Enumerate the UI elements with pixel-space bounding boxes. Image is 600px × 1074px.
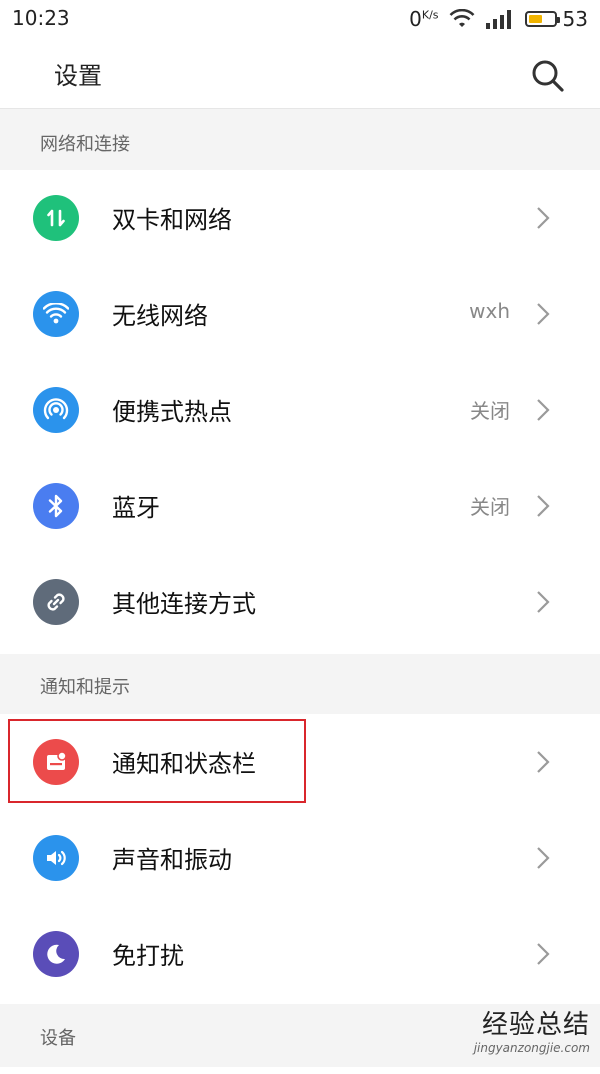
highlight-annotation — [8, 719, 306, 803]
settings-item-value: 关闭 — [470, 495, 510, 519]
search-button[interactable] — [530, 58, 566, 94]
chevron-right-icon — [537, 751, 550, 773]
settings-item-label: 蓝牙 — [112, 494, 160, 522]
chevron-right-icon — [537, 591, 550, 613]
wifi-icon — [33, 291, 79, 337]
page-title: 设置 — [54, 62, 102, 90]
settings-item-other-connections[interactable]: 其他连接方式 — [0, 554, 600, 650]
status-time: 10:23 — [12, 6, 70, 30]
watermark-url: jingyanzongjie.com — [473, 1041, 590, 1055]
settings-item-do-not-disturb[interactable]: 免打扰 — [0, 906, 600, 1002]
link-icon — [33, 579, 79, 625]
settings-header: 设置 — [0, 40, 600, 109]
battery-icon — [524, 11, 560, 27]
moon-icon — [33, 931, 79, 977]
settings-item-wifi[interactable]: 无线网络 wxh — [0, 266, 600, 362]
bluetooth-icon — [33, 483, 79, 529]
wifi-status-icon — [449, 9, 474, 27]
chevron-right-icon — [537, 847, 550, 869]
settings-item-dual-sim[interactable]: 双卡和网络 — [0, 170, 600, 266]
settings-item-label: 双卡和网络 — [112, 206, 232, 234]
network-speed-unit: K/s — [421, 8, 439, 22]
chevron-right-icon — [537, 495, 550, 517]
settings-item-label: 声音和振动 — [112, 846, 232, 874]
sound-icon — [33, 835, 79, 881]
settings-item-value: wxh — [469, 299, 510, 323]
search-icon — [532, 60, 564, 92]
settings-item-sound-vibration[interactable]: 声音和振动 — [0, 810, 600, 906]
status-bar: 10:23 0K/s 53 — [0, 0, 600, 40]
dual-sim-icon — [33, 195, 79, 241]
settings-item-label: 无线网络 — [112, 302, 208, 330]
hotspot-icon — [33, 387, 79, 433]
status-indicators: 0K/s 53 — [409, 6, 588, 32]
settings-item-label: 免打扰 — [112, 942, 184, 970]
settings-item-label: 便携式热点 — [112, 398, 232, 426]
settings-item-label: 其他连接方式 — [112, 590, 256, 618]
battery: 53 — [524, 7, 588, 31]
section-header-notifications: 通知和提示 — [0, 654, 600, 714]
battery-fill — [528, 15, 542, 23]
section-header-network: 网络和连接 — [0, 109, 600, 170]
chevron-right-icon — [537, 303, 550, 325]
chevron-right-icon — [537, 943, 550, 965]
settings-item-bluetooth[interactable]: 蓝牙 关闭 — [0, 458, 600, 554]
battery-level: 53 — [562, 7, 588, 31]
chevron-right-icon — [537, 207, 550, 229]
settings-item-hotspot[interactable]: 便携式热点 关闭 — [0, 362, 600, 458]
watermark: 经验总结 jingyanzongjie.com — [474, 1004, 590, 1055]
signal-icon — [485, 10, 511, 29]
network-speed: 0K/s — [409, 7, 439, 31]
watermark-logo: 经验总结 — [481, 1010, 590, 1040]
settings-item-value: 关闭 — [470, 399, 510, 423]
chevron-right-icon — [537, 399, 550, 421]
